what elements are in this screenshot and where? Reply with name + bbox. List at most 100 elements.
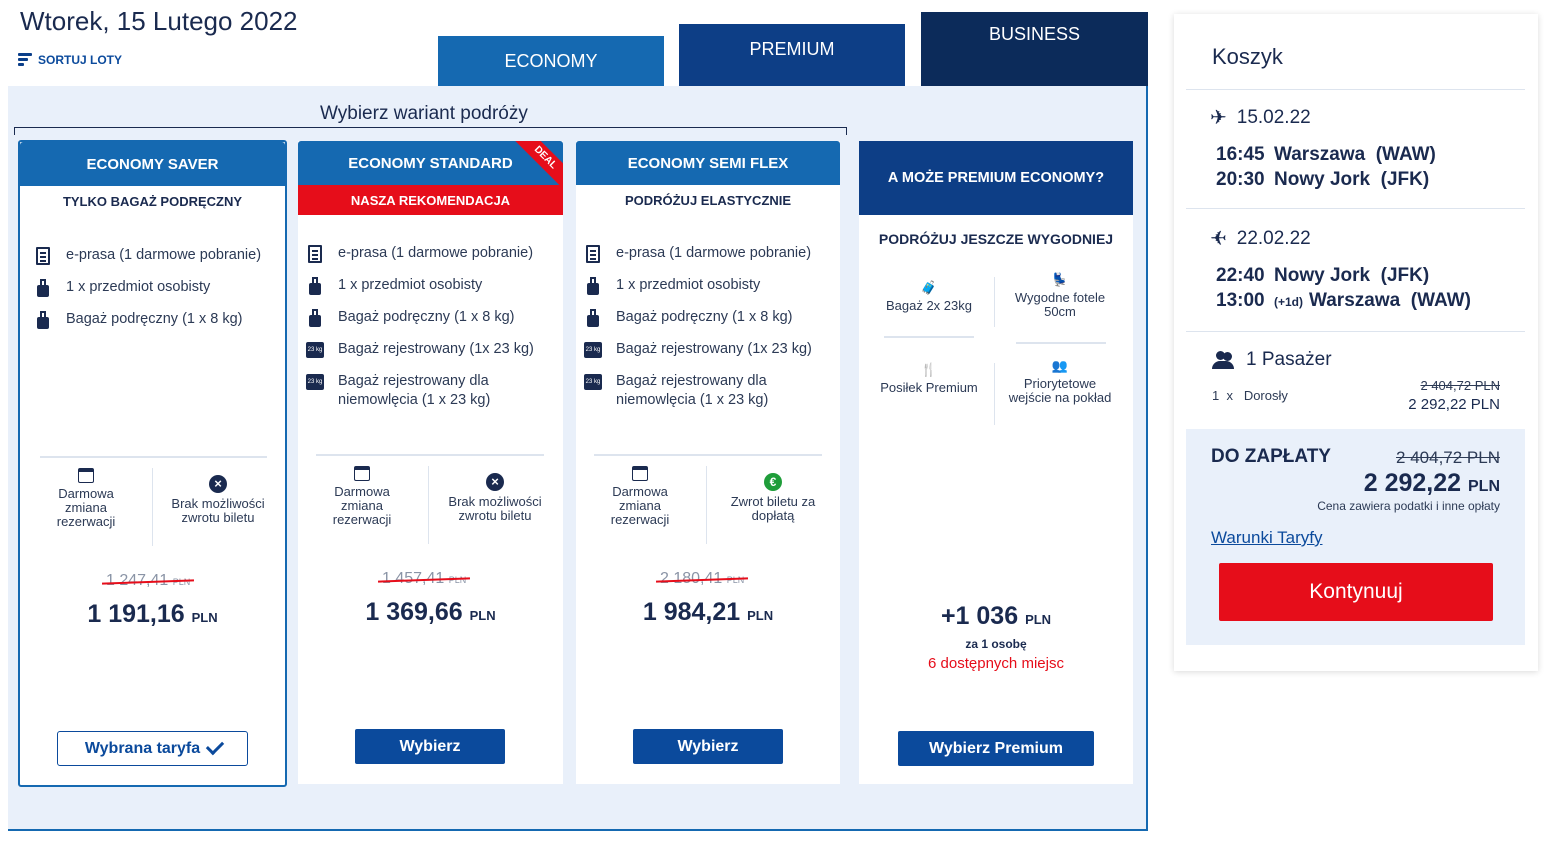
- option-no-refund: × Brak możliwości zwrotu biletu: [171, 475, 265, 525]
- inbound-date: ✈ 22.02.22: [1210, 227, 1311, 251]
- fare-card-title: ECONOMY STANDARD DEAL: [298, 141, 563, 185]
- outbound-departure: 16:45 Warszawa (WAW): [1216, 144, 1436, 165]
- divider: [994, 363, 995, 425]
- fare-selection-page: Wtorek, 15 Lutego 2022 SORTUJ LOTY ECONO…: [0, 0, 1551, 841]
- payment-old-total: 2 404,72 PLN: [1396, 448, 1500, 467]
- divider: [594, 454, 822, 456]
- fare-card-subtitle: PODRÓŻUJ ELASTYCZNIE: [624, 192, 792, 208]
- passengers-icon: [1212, 351, 1236, 369]
- sort-flights-label: SORTUJ LOTY: [38, 53, 123, 67]
- old-price: 1 457,41 PLN: [377, 570, 471, 588]
- suitcase-icon: 23 kg: [306, 342, 324, 358]
- passenger-old-price: 2 404,72 PLN: [1420, 378, 1500, 393]
- tab-business[interactable]: BUSINESS: [921, 12, 1148, 86]
- check-icon: [205, 736, 225, 756]
- fare-price: 1 369,66 PLN: [365, 598, 496, 626]
- calendar-icon: [354, 466, 370, 481]
- divider: [706, 466, 707, 544]
- select-fare-button[interactable]: Wybierz: [355, 729, 505, 764]
- tab-premium[interactable]: PREMIUM: [679, 24, 905, 86]
- fare-price: 1 191,16 PLN: [87, 600, 218, 628]
- calendar-icon: [78, 468, 94, 483]
- selected-fare-button[interactable]: Wybrana taryfa: [57, 731, 248, 766]
- fare-card-title: ECONOMY SEMI FLEX: [576, 141, 840, 185]
- cabin-bag-icon: [37, 311, 49, 329]
- divider: [1186, 89, 1525, 90]
- premium-feature-baggage: 🧳 Bagaż 2x 23kg: [879, 281, 979, 313]
- feature-item: 23 kg Bagaż rejestrowany dla niemowlęcia …: [306, 373, 491, 408]
- suitcase-icon: 23 kg: [584, 374, 602, 390]
- select-fare-button[interactable]: Wybierz: [633, 729, 783, 764]
- payment-label: DO ZAPŁATY: [1211, 446, 1331, 467]
- cabin-bag-icon: [587, 309, 599, 327]
- fare-card-subtitle: TYLKO BAGAŻ PODRĘCZNY: [62, 193, 243, 209]
- old-price: 1 247,41 PLN: [101, 572, 195, 590]
- cabin-bag-icon: [309, 309, 321, 327]
- premium-feature-priority: 👥 Priorytetowe wejście na pokład: [1005, 359, 1115, 405]
- suitcase-icon: 23 kg: [306, 374, 324, 390]
- deal-badge: DEAL: [510, 141, 563, 185]
- divider: [994, 277, 995, 327]
- select-premium-button[interactable]: Wybierz Premium: [898, 731, 1094, 766]
- payment-summary: DO ZAPŁATY 2 404,72 PLN 2 292,22 PLN Cen…: [1186, 429, 1525, 645]
- fare-card-economy-standard[interactable]: ECONOMY STANDARD DEAL NASZA REKOMENDACJA …: [298, 141, 563, 784]
- cart-panel: Koszyk ✈ 15.02.22 16:45 Warszawa (WAW) 20:…: [1174, 14, 1538, 671]
- old-price: 2 180,41 PLN: [655, 570, 749, 588]
- outbound-arrival: 20:30 Nowy Jork (JFK): [1216, 169, 1430, 190]
- priority-boarding-icon: 👥: [1051, 358, 1069, 373]
- recommendation-banner: NASZA REKOMENDACJA: [298, 185, 563, 215]
- premium-feature-seats: 💺 Wygodne fotele 50cm: [1005, 273, 1115, 319]
- divider: [884, 336, 974, 338]
- tab-economy[interactable]: ECONOMY: [438, 36, 664, 86]
- option-no-refund: × Brak możliwości zwrotu biletu: [448, 473, 542, 523]
- premium-upsell-subtitle: PODRÓŻUJ JESZCZE WYGODNIEJ: [878, 231, 1114, 247]
- feature-item: e-prasa (1 darmowe pobranie): [584, 244, 832, 264]
- feature-item: 23 kg Bagaż rejestrowany (1x 23 kg): [584, 341, 812, 358]
- feature-item: 1 x przedmiot osobisty: [306, 276, 555, 296]
- personal-item-icon: [37, 279, 49, 297]
- fare-features: e-prasa (1 darmowe pobranie) 1 x przedmi…: [306, 244, 555, 422]
- option-free-change: Darmowa zmiana rezerwacji: [318, 466, 406, 527]
- option-paid-refund: € Zwrot biletu za dopłatą: [730, 473, 816, 523]
- feature-item: 1 x przedmiot osobisty: [34, 278, 277, 298]
- divider: [316, 454, 544, 456]
- sort-flights-button[interactable]: SORTUJ LOTY: [18, 53, 122, 67]
- suitcase-icon: 🧳: [920, 280, 938, 295]
- plane-departure-icon: ✈: [1210, 107, 1227, 129]
- inbound-arrival: 13:00 (+1d) Warszawa (WAW): [1216, 290, 1471, 311]
- feature-item: Bagaż podręczny (1 x 8 kg): [584, 308, 832, 328]
- inbound-departure: 22:40 Nowy Jork (JFK): [1216, 265, 1430, 286]
- newspaper-icon: [308, 245, 322, 263]
- outbound-date: ✈ 15.02.22: [1210, 106, 1311, 130]
- fare-card-economy-semi-flex[interactable]: ECONOMY SEMI FLEX PODRÓŻUJ ELASTYCZNIE e…: [576, 141, 840, 784]
- variant-title: Wybierz wariant podróży: [320, 103, 528, 124]
- divider: [1186, 208, 1525, 209]
- feature-item: 23 kg Bagaż rejestrowany dla niemowlęcia …: [584, 373, 769, 408]
- fare-conditions-link[interactable]: Warunki Taryfy: [1211, 528, 1322, 548]
- sort-icon: [18, 53, 32, 67]
- divider: [1186, 331, 1525, 332]
- continue-button[interactable]: Kontynuuj: [1219, 563, 1493, 621]
- newspaper-icon: [586, 245, 600, 263]
- feature-item: 1 x przedmiot osobisty: [584, 276, 832, 296]
- divider: [1016, 342, 1106, 344]
- personal-item-icon: [309, 277, 321, 295]
- passenger-type: 1 x Dorosły: [1212, 388, 1288, 403]
- payment-note: Cena zawiera podatki i inne opłaty: [1317, 499, 1500, 513]
- fare-card-economy-saver[interactable]: ECONOMY SAVER TYLKO BAGAŻ PODRĘCZNY e-pr…: [18, 140, 287, 787]
- feature-item: 23 kg Bagaż rejestrowany (1x 23 kg): [306, 341, 534, 358]
- feature-item: Bagaż podręczny (1 x 8 kg): [34, 310, 277, 330]
- meal-icon: 🍴: [920, 362, 938, 377]
- premium-seats-available: 6 dostępnych miejsc: [928, 655, 1064, 672]
- premium-feature-meal: 🍴 Posiłek Premium: [880, 362, 978, 395]
- personal-item-icon: [587, 277, 599, 295]
- plane-return-icon: ✈: [1210, 228, 1227, 250]
- divider: [428, 466, 429, 544]
- payment-total: 2 292,22 PLN: [1363, 469, 1500, 497]
- euro-circle-icon: €: [764, 473, 782, 491]
- flight-date-title: Wtorek, 15 Lutego 2022: [20, 6, 298, 36]
- calendar-icon: [632, 466, 648, 481]
- feature-item: e-prasa (1 darmowe pobranie): [306, 244, 555, 264]
- variant-bracket: [14, 127, 847, 135]
- passenger-summary: 1 Pasażer: [1212, 349, 1332, 371]
